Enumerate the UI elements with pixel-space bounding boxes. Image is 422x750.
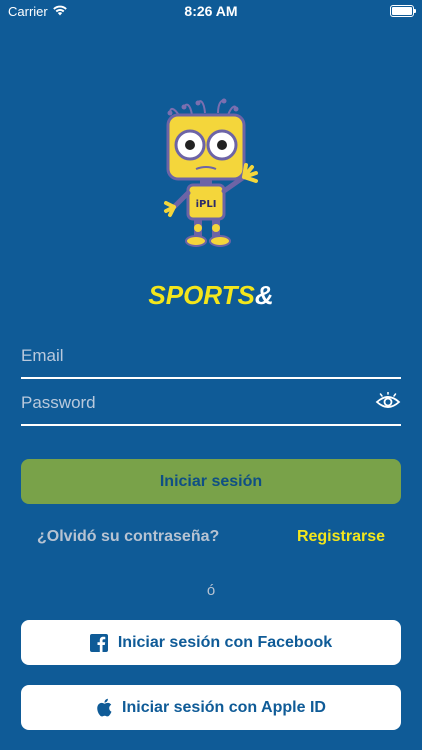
password-field-container — [21, 384, 401, 426]
forgot-password-link[interactable]: ¿Olvidó su contraseña? — [37, 528, 219, 546]
apple-icon — [97, 698, 112, 717]
facebook-login-label: Iniciar sesión con Facebook — [117, 633, 333, 651]
facebook-icon — [89, 633, 108, 652]
robot-badge-text: iPLI — [196, 199, 217, 210]
battery-icon — [390, 5, 416, 17]
eye-icon[interactable] — [375, 392, 401, 412]
register-link[interactable]: Registrarse — [297, 528, 385, 546]
apple-login-label: Iniciar sesión con Apple ID — [122, 698, 326, 716]
apple-login-button[interactable]: Iniciar sesión con Apple ID — [21, 685, 401, 730]
email-field-container — [21, 337, 401, 379]
brand-sports-text: SPORTS — [148, 280, 255, 310]
status-time: 8:26 AM — [184, 3, 238, 19]
status-bar: Carrier 8:26 AM — [0, 0, 422, 22]
login-button[interactable]: Iniciar sesión — [21, 459, 401, 504]
facebook-login-button[interactable]: Iniciar sesión con Facebook — [21, 620, 401, 665]
brand-wordmark: SPORTS& — [0, 280, 422, 311]
or-separator: ó — [206, 582, 216, 599]
password-input[interactable] — [21, 384, 361, 422]
email-input[interactable] — [21, 337, 361, 375]
robot-mascot-logo: iPLI — [164, 98, 258, 247]
brand-ampersand: & — [254, 280, 274, 310]
